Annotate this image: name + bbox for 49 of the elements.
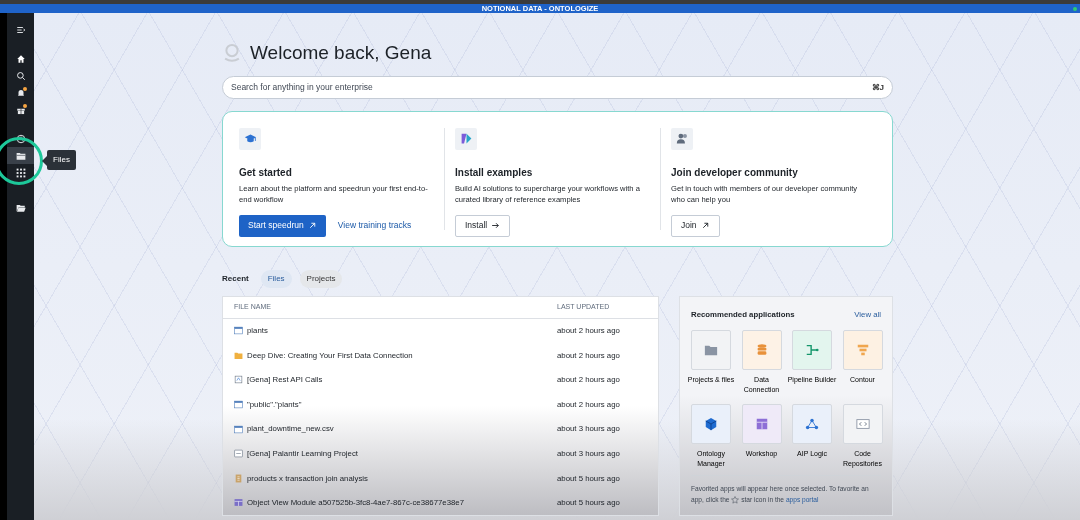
notification-dot xyxy=(23,87,27,91)
pipeline-icon xyxy=(805,343,819,358)
project-icon xyxy=(234,449,243,459)
clock-icon xyxy=(15,133,26,144)
layout-icon xyxy=(754,417,769,432)
arrow-icon xyxy=(491,221,501,230)
shortcut-hint: ⌘J xyxy=(871,81,884,93)
grid-icon xyxy=(15,167,26,178)
nodes-icon xyxy=(805,417,819,432)
folder-icon xyxy=(234,350,243,360)
card-title: Get started xyxy=(239,165,293,180)
filter-tab[interactable]: Projects xyxy=(299,269,343,288)
action-button[interactable]: Install xyxy=(455,214,511,237)
table-icon xyxy=(234,424,243,434)
folder-icon xyxy=(15,202,26,213)
action-button[interactable]: Start speedrun xyxy=(239,214,326,237)
training-link[interactable]: View training tracks xyxy=(333,214,416,237)
bell-icon xyxy=(15,87,26,98)
highlight-ring xyxy=(0,137,43,185)
document-icon xyxy=(234,473,243,483)
sidebar-button[interactable] xyxy=(7,147,34,164)
filter-tab[interactable]: Files xyxy=(260,269,292,288)
people-icon xyxy=(675,132,689,145)
logo-icon xyxy=(459,132,473,145)
table-icon xyxy=(234,400,243,410)
module-icon xyxy=(234,498,243,508)
notification-dot xyxy=(23,104,27,108)
folder-icon xyxy=(15,150,26,161)
arrow-icon xyxy=(700,221,710,230)
card-title: Install examples xyxy=(455,165,534,180)
home-icon xyxy=(15,53,26,64)
logo-icon xyxy=(222,43,242,64)
star-icon xyxy=(731,496,740,505)
status-dot xyxy=(1073,7,1077,11)
table-icon xyxy=(234,326,243,336)
arrow-icon xyxy=(307,221,317,230)
notebook-icon xyxy=(234,375,243,385)
tooltip: Files xyxy=(47,150,76,170)
menu-icon xyxy=(15,24,26,35)
funnel-icon xyxy=(855,343,870,358)
card-title: Join developer community xyxy=(671,165,799,180)
graduation-cap-icon xyxy=(243,132,257,145)
search-icon xyxy=(15,70,26,81)
code-icon xyxy=(855,417,870,432)
welcome-heading: Welcome back, Gena xyxy=(250,41,432,65)
folder-icon xyxy=(704,343,718,358)
section-label: Recent xyxy=(222,272,249,285)
action-button[interactable]: Join xyxy=(671,214,720,237)
cube-icon xyxy=(704,417,718,432)
